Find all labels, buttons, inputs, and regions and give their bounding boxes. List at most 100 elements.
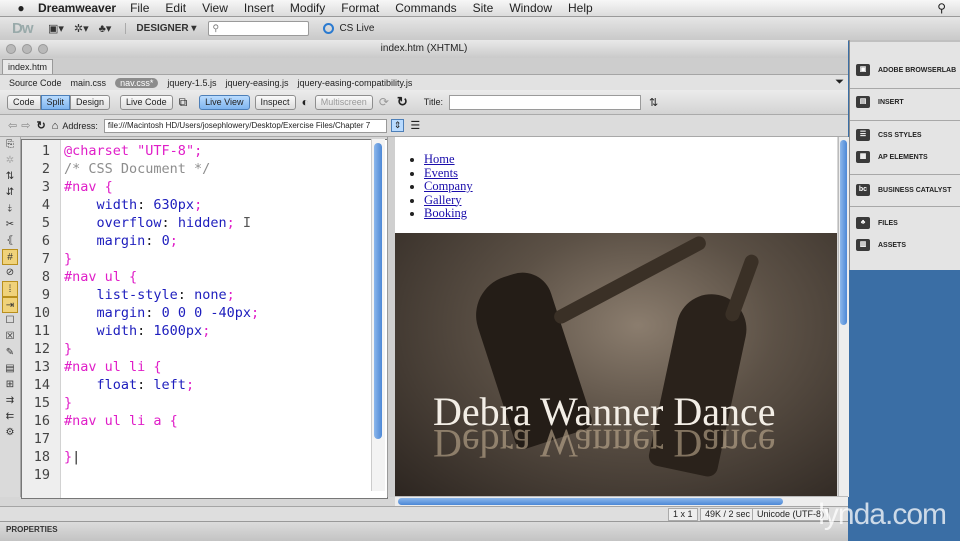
related-file-jquery-easing[interactable]: jquery-easing.js xyxy=(225,78,288,88)
live-vertical-scrollbar[interactable] xyxy=(838,137,849,497)
indent-code-icon[interactable]: ⇉ xyxy=(0,393,20,409)
split-view-button[interactable]: Split xyxy=(40,94,71,110)
home-icon[interactable]: ⌂ xyxy=(52,120,59,132)
file-management-icon[interactable]: ⇅ xyxy=(649,96,658,109)
nav-link-home[interactable]: Home xyxy=(424,152,455,166)
menu-edit[interactable]: Edit xyxy=(165,1,186,15)
related-file-source-code[interactable]: Source Code xyxy=(9,78,62,88)
multiscreen-button[interactable]: Multiscreen xyxy=(314,94,373,110)
live-view-button[interactable]: Live View xyxy=(199,94,250,110)
open-documents-icon[interactable]: ⎘ xyxy=(0,137,20,153)
menu-view[interactable]: View xyxy=(202,1,228,15)
panel-insert[interactable]: ▤ INSERT xyxy=(850,92,960,112)
line-number: 17 xyxy=(33,431,50,447)
panel-business-catalyst[interactable]: bc BUSINESS CATALYST xyxy=(850,180,960,200)
apple-menu-icon[interactable]: ● xyxy=(14,1,28,15)
code-scroll-thumb[interactable] xyxy=(374,143,382,439)
properties-panel-header[interactable]: PROPERTIES xyxy=(0,521,848,541)
tab-index-htm[interactable]: index.htm xyxy=(2,59,54,74)
code-editor-text[interactable]: @charset "UTF-8"; /* CSS Document */ #na… xyxy=(64,142,259,466)
extend-menu-icon[interactable]: ✲▾ xyxy=(74,22,89,35)
panel-label: CSS STYLES xyxy=(878,131,922,139)
forward-arrow-icon[interactable]: ⇨ xyxy=(21,119,30,132)
menu-help[interactable]: Help xyxy=(568,1,593,15)
remove-comment-icon[interactable]: ☒ xyxy=(0,329,20,345)
auto-indent-icon[interactable]: ⇥ xyxy=(2,297,18,313)
spotlight-search-icon[interactable]: ⚲ xyxy=(937,1,946,15)
visual-aids-icon[interactable]: ⟳ xyxy=(379,95,389,109)
files-icon: ♣ xyxy=(856,217,870,229)
address-input[interactable]: file:///Macintosh HD/Users/josephlowery/… xyxy=(103,118,387,133)
highlight-invalid-code-icon[interactable]: ⊘ xyxy=(0,265,20,281)
panel-label: FILES xyxy=(878,219,898,227)
nav-link-gallery[interactable]: Gallery xyxy=(424,193,461,207)
status-bar: 1 x 1 49K / 2 sec Unicode (UTF-8) xyxy=(0,506,848,521)
menu-site[interactable]: Site xyxy=(473,1,494,15)
design-view-button[interactable]: Design xyxy=(70,94,111,110)
related-file-nav-css[interactable]: nav.css* xyxy=(115,77,159,88)
help-search-input[interactable]: ⚲ xyxy=(208,21,310,36)
outdent-code-icon[interactable]: ⇇ xyxy=(0,409,20,425)
nav-link-booking[interactable]: Booking xyxy=(424,206,467,220)
cs-live-button[interactable]: CS Live xyxy=(323,23,374,34)
code-vertical-scrollbar[interactable] xyxy=(371,139,385,491)
preview-browser-icon[interactable]: ◐ xyxy=(302,95,309,109)
nav-link-events[interactable]: Events xyxy=(424,166,458,180)
nav-item-gallery: Gallery xyxy=(424,193,473,208)
minimize-window-button[interactable] xyxy=(22,44,32,54)
collapse-selection-icon[interactable]: ⇵ xyxy=(0,185,20,201)
show-code-navigator-icon[interactable]: ✲ xyxy=(0,153,20,169)
menu-modify[interactable]: Modify xyxy=(290,1,325,15)
line-numbers-icon[interactable]: # xyxy=(2,249,18,265)
apply-comment-icon[interactable]: ☐ xyxy=(0,313,20,329)
document-title: index.htm (XHTML) xyxy=(380,43,468,54)
related-file-jquery-easing-compat[interactable]: jquery-easing-compatibility.js xyxy=(297,78,412,88)
related-file-main-css[interactable]: main.css xyxy=(71,78,107,88)
app-menu[interactable]: Dreamweaver xyxy=(38,1,116,15)
live-scroll-thumb[interactable] xyxy=(840,140,847,325)
site-menu-icon[interactable]: ♣▾ xyxy=(99,22,112,35)
panel-label: AP ELEMENTS xyxy=(878,153,928,161)
inspect-button[interactable]: Inspect xyxy=(254,94,296,110)
address-dropdown-icon[interactable]: ⇕ xyxy=(390,119,405,132)
back-arrow-icon[interactable]: ⇦ xyxy=(8,119,17,132)
window-size[interactable]: 1 x 1 xyxy=(668,508,698,521)
refresh-icon[interactable]: ↻ xyxy=(397,94,408,110)
format-source-icon[interactable]: ⚙ xyxy=(0,425,20,441)
panel-adobe-browserlab[interactable]: ▣ ADOBE BROWSERLAB xyxy=(850,60,960,80)
live-view-options-icon[interactable]: ☰ xyxy=(410,119,420,132)
expand-all-icon[interactable]: ⤈ xyxy=(0,201,20,217)
balance-braces-icon[interactable]: ⦃ xyxy=(0,233,20,249)
select-parent-tag-icon[interactable]: ✂ xyxy=(0,217,20,233)
layout-menu-icon[interactable]: ▣▾ xyxy=(48,22,64,35)
related-file-jquery[interactable]: jquery-1.5.js xyxy=(167,78,216,88)
menu-insert[interactable]: Insert xyxy=(244,1,274,15)
wrap-tag-icon[interactable]: ✎ xyxy=(0,345,20,361)
menu-file[interactable]: File xyxy=(130,1,149,15)
menu-window[interactable]: Window xyxy=(509,1,552,15)
nav-link-company[interactable]: Company xyxy=(424,179,473,193)
workspace-switcher[interactable]: DESIGNER ▾ xyxy=(125,23,196,34)
recent-snippets-icon[interactable]: ▤ xyxy=(0,361,20,377)
live-code-button[interactable]: Live Code xyxy=(120,94,173,110)
menu-commands[interactable]: Commands xyxy=(395,1,456,15)
move-css-icon[interactable]: ⊞ xyxy=(0,377,20,393)
panel-ap-elements[interactable]: ▦ AP ELEMENTS xyxy=(850,147,960,167)
nav-item-booking: Booking xyxy=(424,206,473,221)
panel-assets[interactable]: ▥ ASSETS xyxy=(850,235,960,255)
line-number: 6 xyxy=(41,233,50,249)
panel-files[interactable]: ♣ FILES xyxy=(850,213,960,233)
reload-icon[interactable]: ↻ xyxy=(36,119,45,132)
filter-icon[interactable]: ⏷ xyxy=(835,76,844,89)
live-hscroll-thumb[interactable] xyxy=(398,498,783,505)
close-window-button[interactable] xyxy=(6,44,16,54)
syntax-coloring-icon[interactable]: ⁞ xyxy=(2,281,18,297)
menu-format[interactable]: Format xyxy=(341,1,379,15)
collapse-full-tag-icon[interactable]: ⇅ xyxy=(0,169,20,185)
title-input[interactable] xyxy=(448,94,641,110)
code-view-button[interactable]: Code xyxy=(7,94,41,110)
panel-css-styles[interactable]: ☰ CSS STYLES xyxy=(850,125,960,145)
check-browser-icon[interactable]: ⧉ xyxy=(179,95,188,110)
code-view[interactable]: 1 2 3 4 5 6 7 8 9 10 11 12 13 14 15 16 17 18 19 @charset "… xyxy=(21,139,388,499)
zoom-window-button[interactable] xyxy=(38,44,48,54)
